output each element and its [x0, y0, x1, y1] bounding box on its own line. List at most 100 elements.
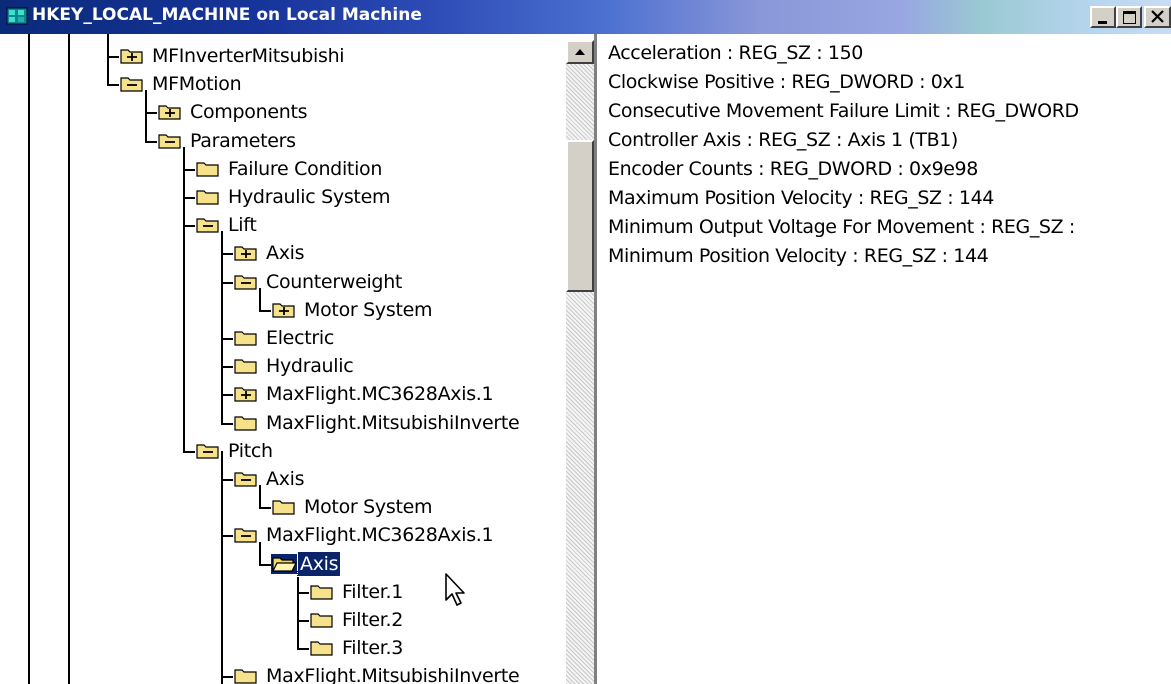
close-button[interactable] — [1144, 6, 1171, 28]
tree-node-label: Parameters — [190, 129, 296, 152]
maximize-button[interactable] — [1116, 6, 1142, 28]
close-icon — [1151, 10, 1164, 23]
tree-node-label: Filter.1 — [342, 580, 404, 603]
tree-node-label: MaxFlight.MC3628Axis.1 — [266, 383, 494, 406]
tree-connector-line — [259, 563, 271, 566]
tree-connector-line — [221, 281, 233, 284]
folder-icon — [233, 328, 259, 348]
tree-node-label: Hydraulic System — [228, 186, 391, 208]
value-row[interactable]: Minimum Output Voltage For Movement : RE… — [608, 216, 1075, 240]
tree-guide-line — [28, 34, 30, 684]
tree-node-label: Filter.3 — [342, 637, 404, 660]
scroll-up-button[interactable] — [566, 40, 594, 64]
tree-connector-line — [297, 569, 299, 650]
tree-node-label: Axis — [266, 242, 305, 265]
tree-connector-line — [259, 309, 271, 312]
minimize-icon — [1098, 21, 1107, 24]
folder-icon — [309, 638, 335, 658]
mouse-cursor-icon — [445, 573, 465, 606]
tree-connector-line — [221, 450, 223, 684]
tree-connector-line — [183, 168, 195, 171]
tree-connector-line — [221, 394, 233, 397]
folder-icon — [233, 356, 259, 376]
tree-node-label: Filter.2 — [342, 609, 404, 631]
registry-tree[interactable]: MFInverterMitsubishi MFMotion Components Pa… — [0, 34, 566, 684]
folder-plus-icon[interactable] — [233, 243, 259, 263]
tree-connector-line — [259, 485, 261, 509]
folder-icon — [195, 187, 221, 207]
value-row[interactable]: Clockwise Positive : REG_DWORD : 0x1 — [608, 71, 965, 95]
tree-node-label: Electric — [266, 327, 335, 349]
tree-connector-line — [297, 648, 309, 651]
folder-icon — [271, 497, 297, 517]
value-row[interactable]: Acceleration : REG_SZ : 150 — [608, 42, 863, 66]
tree-node-label: Counterweight — [266, 270, 403, 293]
folder-plus-icon[interactable] — [157, 102, 183, 122]
value-row[interactable]: Maximum Position Velocity : REG_SZ : 144 — [608, 187, 994, 211]
values-pane[interactable]: Acceleration : REG_SZ : 150 Clockwise Po… — [597, 34, 1171, 684]
tree-node-label: MFMotion — [152, 73, 242, 96]
folder-minus-icon[interactable] — [233, 272, 259, 292]
tree-connector-line — [107, 56, 119, 58]
tree-node-label: MFInverterMitsubishi — [152, 45, 345, 67]
tree-node-label: Components — [190, 101, 308, 124]
tree-node-label: MaxFlight.MC3628Axis.1 — [266, 524, 494, 547]
folder-minus-icon[interactable] — [195, 215, 221, 235]
maximize-icon — [1123, 11, 1136, 24]
tree-connector-line — [221, 676, 233, 679]
tree-connector-line — [183, 450, 195, 453]
tree-connector-line — [221, 422, 233, 425]
value-row[interactable]: Encoder Counts : REG_DWORD : 0x9e98 — [608, 158, 978, 182]
tree-connector-line — [221, 253, 233, 256]
tree-node-label: Lift — [228, 214, 257, 237]
folder-plus-icon[interactable] — [271, 300, 297, 320]
value-row[interactable]: Consecutive Movement Failure Limit : REG… — [608, 100, 1079, 124]
tree-node-label: MaxFlight.MitsubishiInverte — [266, 665, 520, 684]
folder-minus-icon[interactable] — [119, 74, 145, 94]
folder-open-icon — [271, 553, 297, 574]
tree-guide-line — [68, 34, 70, 684]
value-row[interactable]: Controller Axis : REG_SZ : Axis 1 (TB1) — [608, 129, 958, 153]
tree-connector-line — [259, 287, 261, 311]
tree-node-label: Pitch — [228, 439, 273, 462]
tree-connector-line — [183, 197, 195, 199]
folder-icon — [309, 582, 335, 602]
registry-icon[interactable] — [6, 6, 28, 26]
folder-icon — [195, 159, 221, 179]
tree-node-label: Motor System — [304, 496, 433, 519]
folder-plus-icon[interactable] — [233, 384, 259, 404]
folder-plus-icon[interactable] — [119, 46, 145, 66]
tree-connector-line — [259, 541, 261, 565]
scroll-thumb[interactable] — [566, 140, 594, 292]
tree-connector-line — [145, 90, 147, 142]
title-bar[interactable]: HKEY_LOCAL_MACHINE on Local Machine — [0, 0, 1171, 34]
tree-connector-line — [183, 146, 185, 452]
tree-connector-line — [297, 591, 309, 594]
folder-icon — [233, 413, 259, 433]
tree-connector-line — [221, 479, 233, 481]
folder-minus-icon[interactable] — [195, 441, 221, 461]
tree-node-label: Axis — [266, 468, 305, 490]
tree-connector-line — [221, 366, 233, 369]
tree-connector-line — [221, 535, 233, 538]
tree-node-label: Axis — [296, 550, 342, 577]
tree-connector-line — [183, 225, 195, 228]
tree-node-label: Hydraulic — [266, 355, 354, 378]
minimize-button[interactable] — [1090, 6, 1116, 28]
folder-minus-icon[interactable] — [233, 525, 259, 545]
folder-icon — [233, 666, 259, 684]
tree-node-label: Motor System — [304, 298, 433, 321]
tree-node-label: Failure Condition — [228, 157, 383, 180]
tree-scrollbar[interactable] — [566, 40, 594, 684]
folder-minus-icon[interactable] — [157, 131, 183, 151]
arrow-up-icon — [575, 49, 585, 55]
window-title: HKEY_LOCAL_MACHINE on Local Machine — [32, 5, 422, 25]
tree-connector-line — [107, 84, 119, 87]
folder-icon — [309, 610, 335, 630]
tree-node-label: MaxFlight.MitsubishiInverte — [266, 411, 520, 434]
tree-connector-line — [221, 338, 233, 340]
value-row[interactable]: Minimum Position Velocity : REG_SZ : 144 — [608, 245, 989, 269]
tree-connector-line — [145, 140, 157, 143]
tree-connector-line — [297, 620, 309, 622]
folder-minus-icon[interactable] — [233, 469, 259, 489]
